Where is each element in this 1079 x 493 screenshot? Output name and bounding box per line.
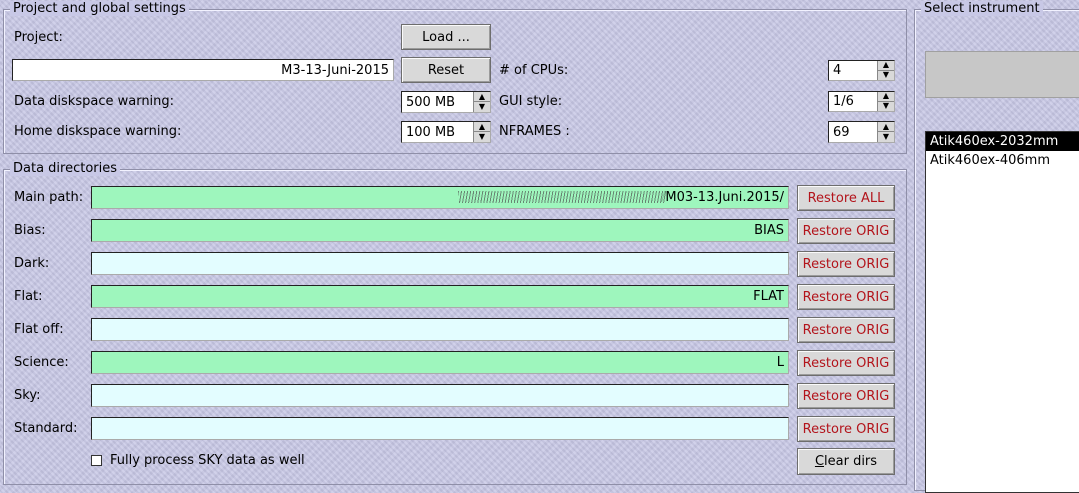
instrument-list[interactable]: Atik460ex-2032mm Atik460ex-406mm — [925, 131, 1079, 493]
dir-path-input[interactable] — [91, 318, 789, 341]
clear-dirs-text: lear dirs — [824, 454, 878, 469]
gui-style-input[interactable] — [829, 92, 879, 111]
dir-label: Sky: — [14, 388, 41, 403]
dir-path-input[interactable] — [91, 252, 789, 275]
dir-path-input[interactable] — [91, 351, 789, 374]
load-button[interactable]: Load ... — [401, 24, 491, 50]
nframes-label: NFRAMES : — [499, 124, 570, 139]
dir-path-input[interactable] — [91, 186, 789, 209]
restore-orig-button[interactable]: Restore ORIG — [797, 383, 895, 409]
dir-path-input[interactable] — [91, 219, 789, 242]
dir-label: Main path: — [14, 190, 84, 205]
data-disk-spin-buttons[interactable]: ▲ ▼ — [473, 92, 490, 112]
nframes-input[interactable] — [829, 122, 879, 142]
gui-style-label: GUI style: — [499, 94, 563, 109]
spin-up-icon[interactable]: ▲ — [878, 122, 894, 132]
clear-dirs-mnemonic: C — [814, 454, 825, 469]
project-name-input[interactable] — [12, 59, 394, 81]
dir-label: Flat off: — [14, 322, 64, 337]
restore-orig-button[interactable]: Restore ORIG — [797, 218, 895, 244]
cpus-input[interactable] — [829, 61, 879, 80]
instrument-list-item[interactable]: Atik460ex-406mm — [926, 151, 1079, 170]
spin-up-icon[interactable]: ▲ — [474, 122, 490, 132]
restore-orig-button[interactable]: Restore ORIG — [797, 251, 895, 277]
instrument-items: Atik460ex-2032mm Atik460ex-406mm — [926, 132, 1079, 170]
dir-label: Flat: — [14, 289, 43, 304]
spin-down-icon[interactable]: ▼ — [474, 132, 490, 142]
cpus-spinbox[interactable]: ▲ ▼ — [828, 60, 895, 81]
cpus-label: # of CPUs: — [499, 63, 569, 78]
spin-up-icon[interactable]: ▲ — [878, 61, 894, 71]
instrument-list-item[interactable]: Atik460ex-2032mm — [926, 132, 1079, 151]
data-directories-title: Data directories — [10, 161, 121, 176]
clear-dirs-button[interactable]: Clear dirs — [797, 448, 895, 475]
nframes-spinbox[interactable]: ▲ ▼ — [828, 121, 895, 143]
spin-down-icon[interactable]: ▼ — [474, 102, 490, 112]
data-disk-input[interactable] — [402, 92, 475, 112]
dir-label: Dark: — [14, 256, 50, 271]
home-disk-spinbox[interactable]: ▲ ▼ — [401, 121, 491, 143]
spin-down-icon[interactable]: ▼ — [878, 132, 894, 142]
gui-style-spinbox[interactable]: ▲ ▼ — [828, 91, 895, 112]
dir-label: Standard: — [14, 421, 78, 436]
nframes-spin-buttons[interactable]: ▲ ▼ — [877, 122, 894, 142]
dir-path-input[interactable] — [91, 417, 789, 440]
dir-path-input[interactable] — [91, 285, 789, 308]
spin-down-icon[interactable]: ▼ — [878, 102, 894, 112]
restore-orig-button[interactable]: Restore ORIG — [797, 317, 895, 343]
dir-label: Science: — [14, 355, 69, 370]
home-disk-spin-buttons[interactable]: ▲ ▼ — [473, 122, 490, 142]
spin-down-icon[interactable]: ▼ — [878, 71, 894, 81]
home-disk-input[interactable] — [402, 122, 475, 142]
data-disk-spinbox[interactable]: ▲ ▼ — [401, 91, 491, 113]
spin-up-icon[interactable]: ▲ — [474, 92, 490, 102]
gui-style-spin-buttons[interactable]: ▲ ▼ — [877, 92, 894, 111]
sky-checkbox[interactable] — [91, 455, 102, 466]
restore-orig-button[interactable]: Restore ORIG — [797, 416, 895, 442]
restore-orig-button[interactable]: Restore ORIG — [797, 350, 895, 376]
spin-up-icon[interactable]: ▲ — [878, 92, 894, 102]
restore-all-button[interactable]: Restore ALL — [797, 185, 895, 211]
dir-path-input[interactable] — [91, 384, 789, 407]
cpus-spin-buttons[interactable]: ▲ ▼ — [877, 61, 894, 80]
instrument-toolbar-button[interactable] — [925, 51, 1079, 98]
restore-orig-button[interactable]: Restore ORIG — [797, 284, 895, 310]
dir-label: Bias: — [14, 223, 46, 238]
sky-checkbox-label: Fully process SKY data as well — [110, 453, 305, 468]
instrument-title: Select instrument — [921, 1, 1043, 16]
home-disk-label: Home diskspace warning: — [14, 124, 182, 139]
project-settings-title: Project and global settings — [10, 1, 189, 16]
data-disk-label: Data diskspace warning: — [14, 94, 175, 109]
redaction-smudge — [458, 191, 666, 203]
project-label: Project: — [14, 30, 63, 45]
reset-button[interactable]: Reset — [401, 57, 491, 83]
